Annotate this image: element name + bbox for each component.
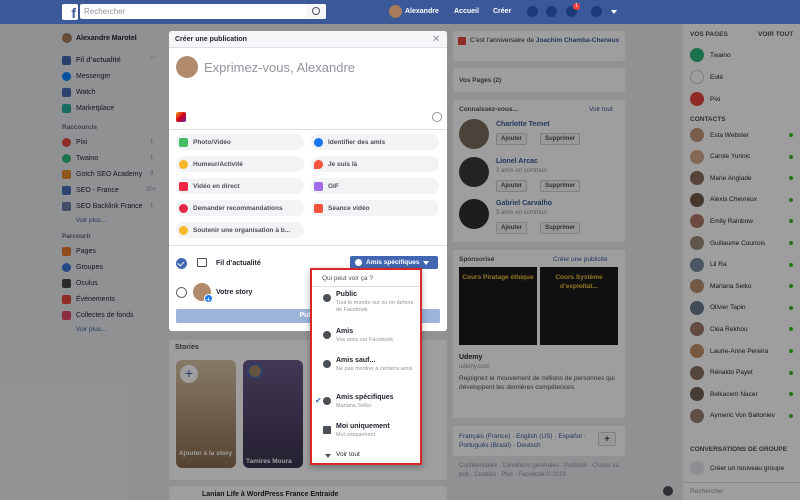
divider	[169, 129, 447, 130]
feeling-activity-button[interactable]: Humeur/Activité	[176, 156, 304, 172]
chevron-down-icon	[325, 454, 331, 458]
option-subtitle: Ne pas montrer à certains amis	[336, 366, 413, 372]
location-pin-icon	[314, 159, 323, 169]
avatar[interactable]	[389, 5, 402, 18]
option-subtitle: Moi uniquement	[336, 432, 376, 438]
photo-video-button[interactable]: Photo/Vidéo	[176, 134, 304, 150]
watch-party-button[interactable]: Séance vidéo	[311, 200, 439, 216]
action-label: Demander recommandations	[193, 204, 283, 212]
home-link[interactable]: Accueil	[454, 8, 479, 15]
dialog-title: Créer une publication	[175, 36, 247, 43]
divider	[312, 286, 420, 287]
photo-icon	[179, 137, 188, 147]
divider	[169, 245, 447, 246]
tag-people-icon	[314, 137, 323, 147]
create-link[interactable]: Créer	[493, 8, 511, 15]
fundraiser-icon	[179, 225, 188, 235]
ask-recommendations-button[interactable]: Demander recommandations	[176, 200, 304, 216]
profile-link[interactable]: Alexandre	[405, 8, 439, 15]
action-label: Soutenir une organisation à b...	[193, 226, 291, 234]
news-feed-label: Fil d’actualité	[216, 260, 261, 267]
search-icon[interactable]	[306, 4, 326, 19]
emoji-icon[interactable]	[432, 112, 442, 122]
action-label: Vidéo en direct	[193, 182, 240, 190]
recommendation-icon	[179, 203, 188, 213]
plus-icon: +	[204, 294, 213, 304]
chevron-down-icon	[423, 260, 430, 265]
tag-friends-button[interactable]: Identifier des amis	[311, 134, 439, 150]
friends-icon	[355, 259, 362, 266]
gif-button[interactable]: GIF	[311, 178, 439, 194]
smiley-icon	[179, 159, 188, 169]
audience-label: Amis spécifiques	[366, 259, 420, 266]
dropdown-header: Qui peut voir ça ?	[322, 275, 373, 282]
option-title: Moi uniquement	[336, 423, 390, 430]
close-icon[interactable]: ✕	[432, 34, 440, 45]
avatar	[176, 56, 198, 78]
your-story-radio[interactable]	[176, 287, 187, 298]
facebook-logo-icon[interactable]: f	[62, 4, 78, 21]
audience-option-friends-except[interactable]: Amis sauf... Ne pas montrer à certains am…	[312, 357, 420, 373]
audience-option-specific-friends[interactable]: Amis spécifiques Mariana Selko	[312, 394, 420, 410]
your-story-label: Votre story	[216, 289, 253, 296]
audience-option-public[interactable]: Public Tout le monde sur ou en dehors de …	[312, 291, 420, 314]
check-in-button[interactable]: Je suis là	[311, 156, 439, 172]
action-label: Humeur/Activité	[193, 160, 243, 168]
option-title: Amis sauf...	[336, 357, 376, 364]
option-subtitle: Mariana Selko	[336, 403, 372, 409]
action-label: Photo/Vidéo	[193, 138, 231, 146]
live-video-button[interactable]: Vidéo en direct	[176, 178, 304, 194]
messenger-icon[interactable]	[546, 6, 557, 17]
popcorn-icon	[314, 203, 323, 213]
post-text-input[interactable]: Exprimez-vous, Alexandre	[204, 60, 355, 75]
option-subtitle: Vos amis sur Facebook	[336, 337, 394, 343]
see-all-options[interactable]: Voir tout	[336, 451, 360, 458]
background-color-icon[interactable]	[176, 112, 186, 122]
audience-dropdown: Qui peut voir ça ? Public Tout le monde s…	[310, 268, 422, 465]
option-title: Amis	[336, 328, 354, 335]
help-icon[interactable]	[591, 6, 602, 17]
friend-requests-icon[interactable]	[527, 6, 538, 17]
search-input[interactable]: Rechercher	[80, 4, 326, 19]
live-icon	[179, 181, 188, 191]
option-subtitle: Tout le monde sur ou en dehors de Facebo…	[336, 300, 414, 313]
action-label: Je suis là	[328, 160, 358, 168]
action-label: Séance vidéo	[328, 204, 370, 212]
option-title: Amis spécifiques	[336, 394, 394, 401]
news-feed-checkbox[interactable]	[176, 258, 187, 269]
support-nonprofit-button[interactable]: Soutenir une organisation à b...	[176, 222, 304, 238]
news-feed-icon	[197, 258, 207, 267]
audience-option-friends[interactable]: Amis Vos amis sur Facebook	[312, 328, 420, 344]
action-label: GIF	[328, 182, 339, 190]
chevron-down-icon[interactable]	[611, 10, 617, 14]
action-label: Identifier des amis	[328, 138, 386, 146]
option-title: Public	[336, 291, 358, 298]
audience-option-only-me[interactable]: Moi uniquement Moi uniquement	[312, 423, 420, 439]
notification-badge: 1	[573, 3, 580, 10]
gif-icon	[314, 181, 323, 191]
